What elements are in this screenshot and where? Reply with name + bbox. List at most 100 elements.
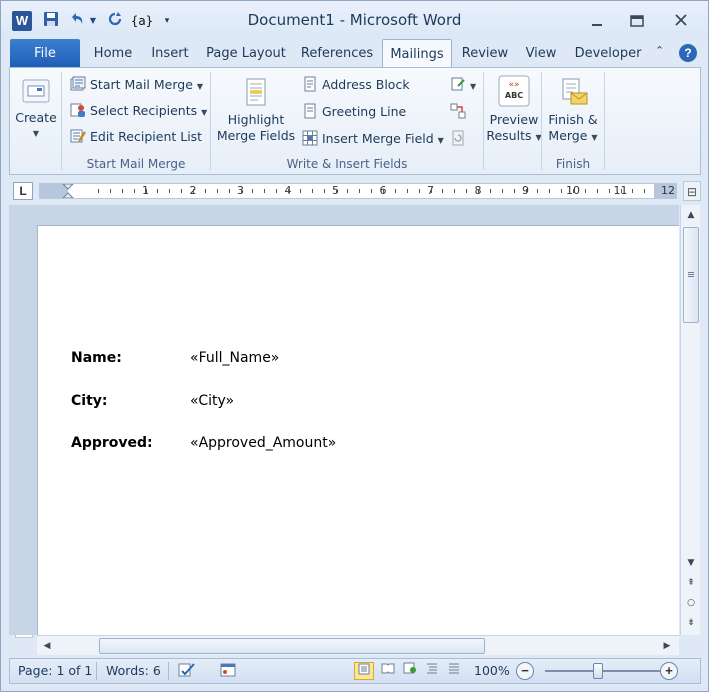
highlight-merge-fields-button[interactable]: Highlight Merge Fields xyxy=(214,76,298,144)
status-separator xyxy=(168,662,169,680)
select-recipients-label: Select Recipients xyxy=(90,103,198,118)
tab-selector[interactable]: L xyxy=(13,182,33,200)
select-recipients-button[interactable]: Select Recipients ▼ xyxy=(70,100,207,122)
start-mail-merge-label: Start Mail Merge xyxy=(90,77,193,92)
recipients-icon xyxy=(70,102,86,118)
zoom-in-button[interactable]: + xyxy=(660,662,678,680)
select-browse-object-icon[interactable]: ○ xyxy=(682,595,700,611)
ruler-number: 12 xyxy=(661,184,675,197)
create-button[interactable]: Create ▼ xyxy=(14,74,58,142)
city-merge-field[interactable]: «City» xyxy=(190,393,234,409)
svg-text:«»: «» xyxy=(508,80,519,90)
scroll-left-icon[interactable]: ◀ xyxy=(39,638,55,654)
zoom-slider-thumb[interactable] xyxy=(593,663,603,679)
tab-view[interactable]: View xyxy=(517,39,565,68)
scroll-right-icon[interactable]: ▶ xyxy=(659,638,675,654)
web-layout-view-icon[interactable] xyxy=(400,662,420,680)
ruler-tick xyxy=(596,189,598,193)
horizontal-ruler[interactable]: 123456789101112 xyxy=(39,183,677,199)
view-ruler-icon[interactable]: ⊟ xyxy=(683,181,701,201)
tab-references[interactable]: References xyxy=(295,39,379,68)
zoom-out-button[interactable]: − xyxy=(516,662,534,680)
tab-page-layout[interactable]: Page Layout xyxy=(201,39,291,68)
vertical-scroll-thumb[interactable] xyxy=(683,227,699,323)
zoom-slider-track[interactable] xyxy=(545,670,665,672)
macro-recording-icon[interactable] xyxy=(220,659,236,683)
chevron-down-icon: ▼ xyxy=(437,136,444,145)
print-layout-view-icon[interactable] xyxy=(354,662,374,680)
next-page-icon[interactable]: ⇟ xyxy=(682,615,700,631)
start-mail-merge-button[interactable]: Start Mail Merge ▼ xyxy=(70,74,203,96)
title-bar: W ▼ {a} ▾ Document1 - Microsoft Word xyxy=(1,1,708,39)
full-name-merge-field[interactable]: «Full_Name» xyxy=(190,350,279,366)
rules-button[interactable]: ▼ xyxy=(450,74,476,96)
draft-view-icon[interactable] xyxy=(444,662,464,680)
ruler-tick xyxy=(549,189,551,193)
ruler-tick xyxy=(240,189,242,193)
tab-home[interactable]: Home xyxy=(85,39,141,68)
mail-merge-icon xyxy=(70,76,86,92)
update-labels-button[interactable] xyxy=(450,128,470,150)
tab-developer[interactable]: Developer xyxy=(571,39,645,68)
name-label: Name: xyxy=(71,350,122,366)
merge-field-icon xyxy=(302,130,318,146)
finish-line1: Finish & xyxy=(548,112,598,127)
close-icon[interactable] xyxy=(668,9,694,31)
zoom-level[interactable]: 100% xyxy=(474,659,510,683)
group-separator xyxy=(483,72,484,170)
finish-merge-button[interactable]: Finish & Merge ▼ xyxy=(543,76,603,146)
tab-file[interactable]: File xyxy=(10,39,80,68)
group-label-finish: Finish xyxy=(555,157,591,171)
ruler-tick xyxy=(501,189,503,193)
ruler-tick xyxy=(335,189,337,193)
edit-recipient-list-label: Edit Recipient List xyxy=(90,129,203,144)
address-block-button[interactable]: Address Block xyxy=(302,74,410,96)
help-icon[interactable]: ? xyxy=(679,44,697,62)
ruler-tick xyxy=(489,189,491,193)
approved-amount-merge-field[interactable]: «Approved_Amount» xyxy=(190,435,336,451)
previous-page-icon[interactable]: ⇞ xyxy=(682,575,700,591)
maximize-icon[interactable] xyxy=(624,9,650,31)
ruler-tick xyxy=(584,189,586,193)
greeting-line-icon xyxy=(302,103,318,119)
word-count[interactable]: Words: 6 xyxy=(106,659,161,683)
ruler-tick xyxy=(430,189,432,193)
tab-mailings[interactable]: Mailings xyxy=(382,39,452,68)
minimize-icon[interactable] xyxy=(584,9,610,31)
ruler-tick xyxy=(109,189,111,193)
proofing-icon[interactable] xyxy=(178,659,196,683)
ruler-tick xyxy=(632,189,634,193)
edit-recipient-list-button[interactable]: Edit Recipient List xyxy=(70,126,202,148)
document-page[interactable]: Name: «Full_Name» City: «City» Approved:… xyxy=(37,225,679,635)
insert-merge-field-button[interactable]: Insert Merge Field ▼ xyxy=(302,128,444,150)
highlight-line1: Highlight xyxy=(227,112,285,127)
match-fields-icon xyxy=(450,103,466,119)
tab-review[interactable]: Review xyxy=(457,39,513,68)
scroll-up-icon[interactable]: ▲ xyxy=(682,207,700,223)
ruler-tick xyxy=(169,189,171,193)
indent-marker-icon[interactable] xyxy=(62,184,74,198)
tab-insert[interactable]: Insert xyxy=(143,39,197,68)
full-screen-reading-view-icon[interactable] xyxy=(378,662,398,680)
match-fields-button[interactable] xyxy=(450,101,470,123)
minimize-ribbon-icon[interactable]: ⌃ xyxy=(655,44,664,57)
horizontal-scroll-thumb[interactable] xyxy=(99,638,485,654)
address-block-label: Address Block xyxy=(322,77,410,92)
scroll-down-icon[interactable]: ▼ xyxy=(682,555,700,571)
page-count[interactable]: Page: 1 of 1 xyxy=(18,659,92,683)
highlight-line2: Merge Fields xyxy=(216,128,296,143)
insert-merge-field-label: Insert Merge Field xyxy=(322,131,434,146)
ruler-tick xyxy=(478,189,479,193)
finish-line2: Merge ▼ xyxy=(548,128,598,143)
outline-view-icon[interactable] xyxy=(422,662,442,680)
approved-label: Approved: xyxy=(71,435,153,451)
horizontal-scrollbar[interactable]: ◀ ▶ xyxy=(37,635,679,655)
greeting-line-button[interactable]: Greeting Line xyxy=(302,101,406,123)
preview-results-button[interactable]: «» ABC Preview Results ▼ xyxy=(486,74,542,146)
vertical-scrollbar[interactable]: ▲ ▼ ⇞ ○ ⇟ xyxy=(680,205,700,635)
ruler-tick xyxy=(513,189,515,193)
horizontal-ruler-row: L 123456789101112 ⊟ xyxy=(9,179,701,203)
status-bar: Page: 1 of 1 Words: 6 100% − + xyxy=(9,658,701,684)
finish-merge-icon xyxy=(557,76,589,108)
ruler-tick xyxy=(383,189,384,193)
